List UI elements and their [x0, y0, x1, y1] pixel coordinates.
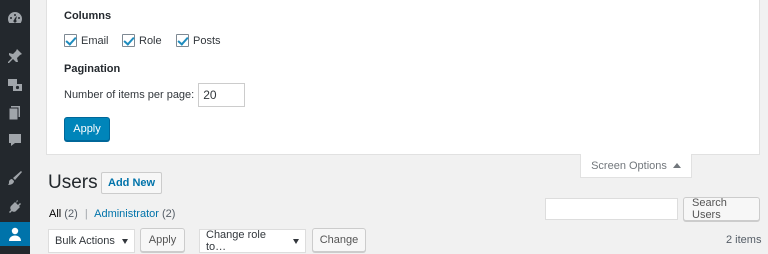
appearance-icon[interactable]	[7, 170, 23, 186]
dashboard-icon[interactable]	[7, 10, 23, 26]
bulk-actions-selected: Bulk Actions	[55, 235, 115, 247]
change-role-selected: Change role to…	[206, 229, 266, 253]
pages-icon[interactable]	[7, 105, 23, 121]
comments-icon[interactable]	[7, 132, 23, 148]
pin-icon[interactable]	[7, 48, 23, 64]
change-role-select[interactable]: Change role to…	[199, 229, 306, 253]
triangle-up-icon	[672, 163, 681, 168]
checkbox-checked-icon[interactable]	[122, 34, 135, 47]
search-users-button[interactable]: Search Users	[683, 197, 760, 221]
view-administrator-link[interactable]: Administrator	[94, 208, 159, 220]
screen-options-apply-button[interactable]: Apply	[64, 117, 110, 141]
bulk-actions-select[interactable]: Bulk Actions	[48, 229, 135, 253]
screen-options-toggle[interactable]: Screen Options	[580, 154, 692, 178]
search-users-input[interactable]	[545, 198, 678, 220]
bulk-apply-button[interactable]: Apply	[140, 228, 185, 252]
column-role-checkbox[interactable]: Role	[122, 34, 162, 47]
screen-options-panel: Columns Email Role Posts Pagination Numb…	[46, 0, 760, 155]
dropdown-caret-icon	[293, 238, 299, 244]
columns-legend: Columns	[64, 10, 112, 22]
column-email-label: Email	[81, 34, 109, 47]
media-icon[interactable]	[7, 77, 23, 93]
change-role-button[interactable]: Change	[312, 228, 366, 252]
dropdown-caret-icon	[122, 238, 128, 244]
view-all-link[interactable]: All	[49, 208, 61, 220]
column-posts-checkbox[interactable]: Posts	[176, 34, 221, 47]
items-count: 2 items	[726, 234, 762, 246]
page-title: Users	[48, 172, 98, 193]
screen-options-label: Screen Options	[591, 159, 667, 172]
view-separator: |	[84, 208, 88, 220]
users-icon[interactable]	[7, 226, 23, 242]
admin-sidebar	[0, 0, 30, 254]
column-role-label: Role	[139, 34, 162, 47]
plugins-icon[interactable]	[7, 198, 23, 214]
view-administrator-count: (2)	[161, 208, 176, 220]
add-new-button[interactable]: Add New	[101, 172, 163, 194]
per-page-label: Number of items per page:	[64, 89, 195, 101]
pagination-legend: Pagination	[64, 63, 121, 75]
checkbox-checked-icon[interactable]	[64, 34, 77, 47]
column-email-checkbox[interactable]: Email	[64, 34, 109, 47]
user-role-views: All (2) | Administrator (2)	[49, 208, 175, 220]
per-page-row: Number of items per page:	[64, 83, 246, 107]
column-posts-label: Posts	[193, 34, 221, 47]
per-page-input[interactable]	[198, 83, 246, 107]
checkbox-checked-icon[interactable]	[176, 34, 189, 47]
view-all-count: (2)	[64, 208, 78, 220]
